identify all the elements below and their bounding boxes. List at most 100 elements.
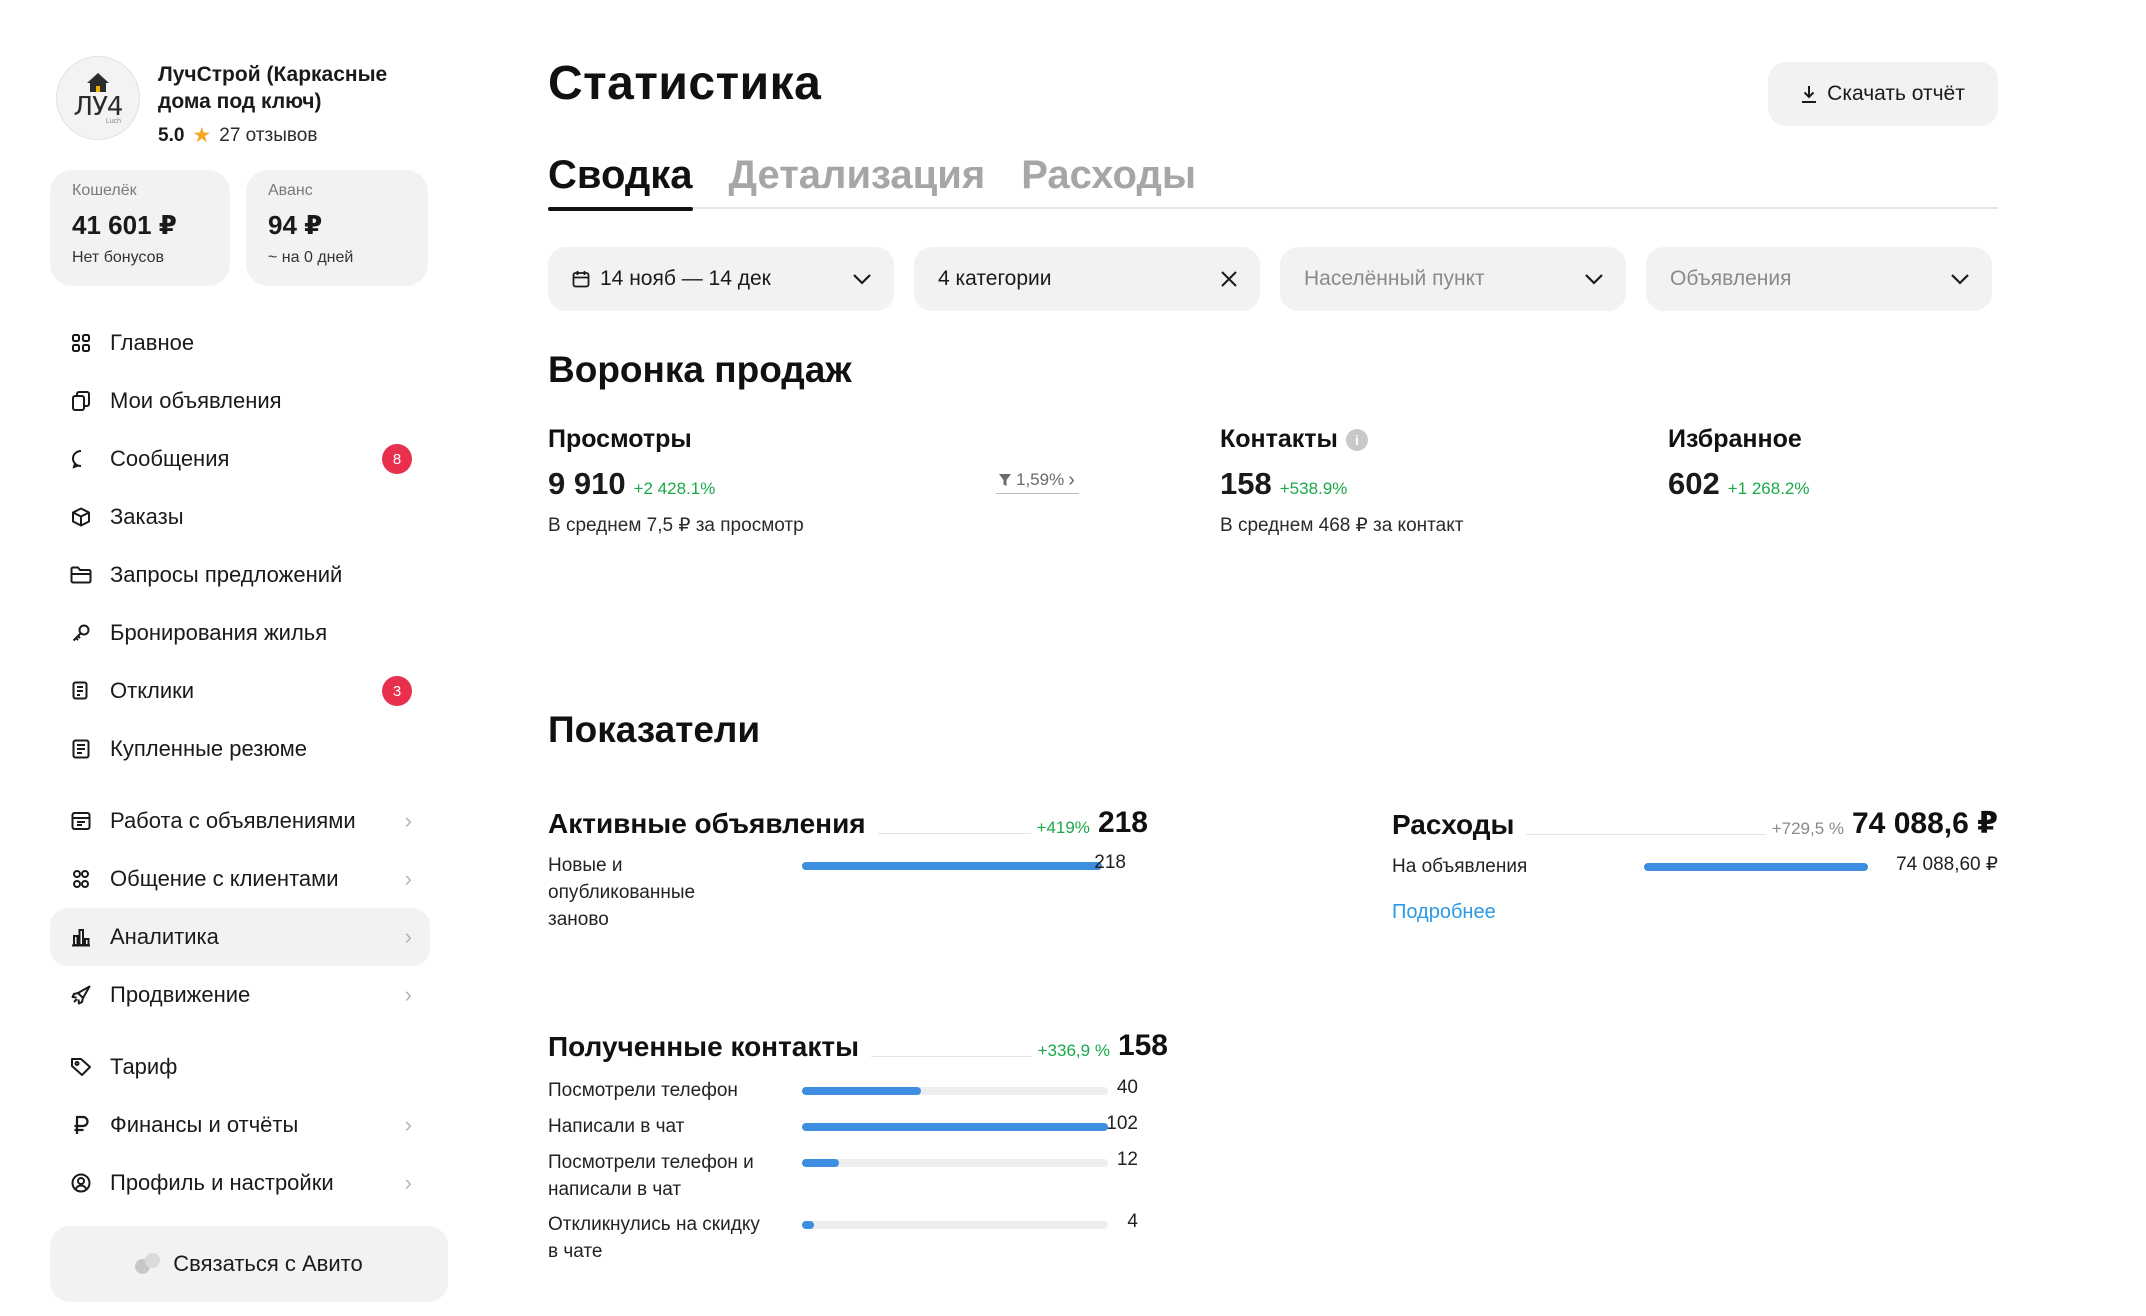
calendar-icon bbox=[572, 270, 590, 288]
expenses-block: Расходы +729,5 % 74 088,6 ₽ На объявлени… bbox=[1392, 807, 1998, 924]
advance-balance: 94 ₽ bbox=[268, 210, 323, 240]
ruble-icon bbox=[70, 1114, 92, 1136]
funnel-favorites: Избранное 602 +1 268.2% bbox=[1668, 425, 1810, 501]
categories-select[interactable]: 4 категории bbox=[914, 247, 1260, 311]
messages-badge: 8 bbox=[382, 444, 412, 474]
sales-funnel: Просмотры 9 910 +2 428.1% В среднем 7,5 … bbox=[548, 425, 1998, 605]
chevron-right-icon: › bbox=[404, 1170, 412, 1195]
tab-expenses[interactable]: Расходы bbox=[1021, 155, 1196, 209]
rating-score: 5.0 bbox=[158, 124, 185, 146]
tabs: Сводка Детализация Расходы bbox=[548, 155, 1998, 211]
sidebar-item-messages[interactable]: Сообщения 8 bbox=[50, 430, 430, 488]
progress-fill bbox=[802, 1087, 922, 1095]
contacts-value: 158 bbox=[1220, 466, 1272, 501]
metric-row: Посмотрели телефон 40 bbox=[548, 1077, 1138, 1101]
rating[interactable]: 5.0 ★ 27 отзывов bbox=[158, 123, 418, 148]
sidebar-item-requests[interactable]: Запросы предложений bbox=[50, 546, 430, 604]
star-icon: ★ bbox=[192, 124, 212, 147]
funnel-views: Просмотры 9 910 +2 428.1% В среднем 7,5 … bbox=[548, 425, 804, 536]
ads-select[interactable]: Объявления bbox=[1646, 247, 1992, 311]
sidebar-item-analytics[interactable]: Аналитика › bbox=[50, 908, 430, 966]
sidebar-item-tariff[interactable]: Тариф bbox=[50, 1038, 430, 1096]
filters: 14 нояб — 14 дек 4 категории Населённый … bbox=[548, 247, 1998, 311]
metric-row: Откликнулись на скидку в чате 4 bbox=[548, 1211, 1138, 1262]
progress-fill bbox=[802, 1159, 839, 1167]
chevron-down-icon bbox=[852, 273, 872, 285]
close-icon[interactable] bbox=[1220, 270, 1238, 288]
sidebar-item-resumes[interactable]: Купленные резюме bbox=[50, 720, 430, 778]
progress-track bbox=[802, 1221, 1108, 1229]
progress-track bbox=[802, 1123, 1108, 1131]
wallet-card[interactable]: Кошелёк 41 601 ₽ Нет бонусов bbox=[50, 170, 230, 286]
responses-badge: 3 bbox=[382, 676, 412, 706]
progress-fill bbox=[802, 862, 1102, 870]
metric-row: Посмотрели телефон и написали в чат 12 bbox=[548, 1149, 1138, 1200]
advance-card[interactable]: Аванс 94 ₽ ~ на 0 дней bbox=[246, 170, 428, 286]
metric-row: Написали в чат 102 bbox=[548, 1113, 1138, 1137]
resume-icon bbox=[70, 738, 92, 760]
company-name[interactable]: ЛучСтрой (Каркасные дома под ключ) bbox=[158, 61, 418, 115]
chevron-right-icon: › bbox=[404, 866, 412, 891]
sidebar-item-profile[interactable]: Профиль и настройки › bbox=[50, 1154, 430, 1212]
copy-icon bbox=[70, 390, 92, 412]
sidebar-item-my-ads[interactable]: Мои объявления bbox=[50, 372, 430, 430]
chevron-right-icon: › bbox=[404, 808, 412, 833]
chevron-right-icon: › bbox=[404, 982, 412, 1007]
main-content: Статистика Скачать отчёт Сводка Детализа… bbox=[548, 56, 1998, 751]
profile-icon bbox=[70, 1172, 92, 1194]
progress-fill bbox=[1644, 863, 1868, 871]
progress-track bbox=[802, 862, 1102, 870]
location-select[interactable]: Населённый пункт bbox=[1280, 247, 1626, 311]
folder-icon bbox=[70, 564, 92, 586]
funnel-icon bbox=[999, 474, 1011, 486]
bar-chart-icon bbox=[70, 926, 92, 948]
document-icon bbox=[70, 680, 92, 702]
sidebar-item-orders[interactable]: Заказы bbox=[50, 488, 430, 546]
period-select[interactable]: 14 нояб — 14 дек bbox=[548, 247, 894, 311]
rocket-icon bbox=[70, 984, 92, 1006]
chevron-right-icon: › bbox=[404, 924, 412, 949]
funnel-title: Воронка продаж bbox=[548, 349, 852, 390]
views-value: 9 910 bbox=[548, 466, 626, 501]
sidebar-item-main[interactable]: Главное bbox=[50, 314, 430, 372]
chevron-down-icon bbox=[1950, 273, 1970, 285]
key-icon bbox=[70, 622, 92, 644]
sidebar-item-responses[interactable]: Отклики 3 bbox=[50, 662, 430, 720]
chevron-right-icon: › bbox=[404, 1112, 412, 1137]
metric-row: На объявления 74 088,60 ₽ bbox=[1392, 854, 1998, 877]
metric-row: Новые и опубликованные заново 218 bbox=[548, 852, 1126, 930]
sidebar-item-promotion[interactable]: Продвижение › bbox=[50, 966, 430, 1024]
tab-summary[interactable]: Сводка bbox=[548, 155, 693, 211]
contact-avito-button[interactable]: Связаться с Авито bbox=[50, 1226, 448, 1302]
ads-icon bbox=[70, 810, 92, 832]
contacts-delta: +538.9% bbox=[1279, 479, 1348, 498]
wallets: Кошелёк 41 601 ₽ Нет бонусов Аванс 94 ₽ … bbox=[50, 170, 445, 286]
active-ads-block: Активные объявления +419% 218 Новые и оп… bbox=[548, 806, 1148, 936]
download-report-button[interactable]: Скачать отчёт bbox=[1768, 62, 1998, 126]
info-icon[interactable]: i bbox=[1345, 428, 1368, 451]
tab-details[interactable]: Детализация bbox=[729, 155, 986, 209]
download-icon bbox=[1802, 86, 1817, 103]
sidebar: ЛУ4 Luch ЛучСтрой (Каркасные дома под кл… bbox=[50, 56, 448, 1306]
chevron-down-icon bbox=[1584, 273, 1604, 285]
progress-track bbox=[1644, 863, 1868, 871]
company-profile[interactable]: ЛУ4 Luch ЛучСтрой (Каркасные дома под кл… bbox=[50, 56, 445, 148]
sidebar-item-ads-work[interactable]: Работа с объявлениями › bbox=[50, 792, 430, 850]
conversion-link[interactable]: 1,59% › bbox=[996, 470, 1079, 494]
sidebar-item-clients[interactable]: Общение с клиентами › bbox=[50, 850, 430, 908]
chat-bubbles-icon bbox=[135, 1253, 161, 1275]
progress-track bbox=[802, 1159, 1108, 1167]
users-icon bbox=[70, 868, 92, 890]
progress-fill bbox=[802, 1123, 1108, 1131]
metrics-title: Показатели bbox=[548, 709, 761, 750]
details-link[interactable]: Подробнее bbox=[1392, 901, 1496, 924]
sidebar-item-bookings[interactable]: Бронирования жилья bbox=[50, 604, 430, 662]
favorites-delta: +1 268.2% bbox=[1727, 479, 1810, 498]
sidebar-item-finance[interactable]: Финансы и отчёты › bbox=[50, 1096, 430, 1154]
progress-fill bbox=[802, 1221, 815, 1229]
chevron-right-icon: › bbox=[1068, 469, 1075, 491]
house-icon bbox=[87, 72, 109, 83]
box-icon bbox=[70, 506, 92, 528]
progress-track bbox=[802, 1087, 1108, 1095]
views-delta: +2 428.1% bbox=[633, 479, 716, 498]
